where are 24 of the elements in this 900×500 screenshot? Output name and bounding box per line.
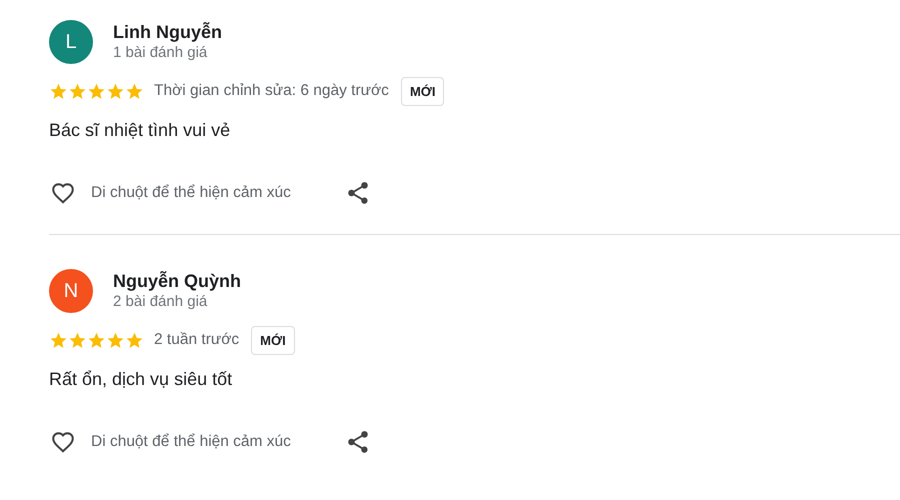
reviewer-name[interactable]: Linh Nguyễn [113,21,222,43]
star-icon [68,330,87,350]
star-icon [49,330,68,350]
new-badge: MỚI [400,76,444,106]
star-icon [106,82,125,100]
new-badge: MỚI [251,326,295,354]
review-count: 2 bài đánh giá [113,292,208,312]
star-icon [106,330,125,350]
star-icon [49,82,68,100]
reaction-hint: Di chuột để thể hiện cảm xúc [91,184,292,202]
review-count: 1 bài đánh giá [113,43,208,63]
star-icon [68,82,87,100]
avatar: N [49,269,93,313]
reviewer-name[interactable]: Nguyễn Quỳnh [113,270,242,292]
star-icon [87,330,106,350]
review-time: 2 tuần trước [154,331,240,349]
star-icon [125,82,144,100]
review-text: Bác sĩ nhiệt tình vui vẻ [49,119,232,142]
star-icon [87,82,106,100]
reaction-hint: Di chuột để thể hiện cảm xúc [91,433,292,451]
avatar: L [49,20,93,64]
review-text: Rất ổn, dịch vụ siêu tốt [49,368,234,391]
review-time: Thời gian chỉnh sửa: 6 ngày trước [154,82,389,100]
star-icon [125,330,144,350]
